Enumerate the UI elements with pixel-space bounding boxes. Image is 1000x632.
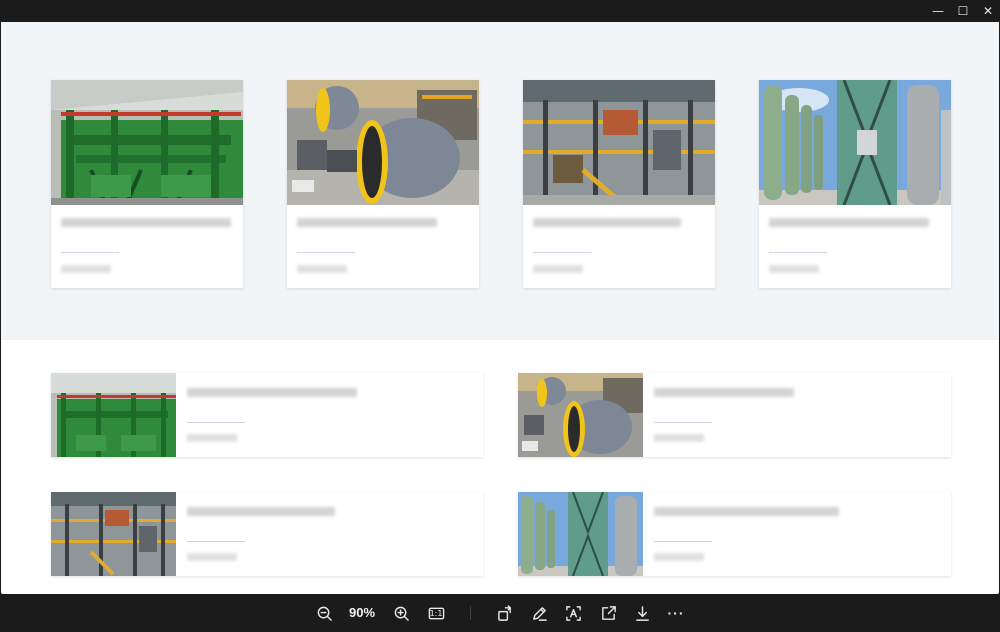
article-list-item [518,373,951,457]
green-steel-plant-image [51,80,243,205]
close-button[interactable]: ✕ [975,0,1000,22]
article-thumbnail [51,492,176,576]
edit-button[interactable] [528,602,550,624]
image-canvas[interactable] [1,22,999,594]
download-button[interactable] [631,602,653,624]
article-list-item [518,492,951,576]
divider [533,252,591,253]
article-card [287,80,479,288]
divider [61,252,119,253]
maximize-button[interactable]: ☐ [950,0,976,22]
zoom-out-icon [317,606,332,621]
article-title-redacted [187,388,357,397]
article-card [759,80,951,288]
article-title-redacted [654,507,839,516]
article-thumbnail [518,373,643,457]
article-list-item [51,492,483,576]
zoom-in-button[interactable] [390,602,412,624]
divider [769,252,827,253]
divider [654,422,712,423]
article-date-redacted [654,434,704,442]
viewer-toolbar: 90% 1:1 ··· [0,594,1000,632]
text-recognition-icon [565,605,581,621]
actual-size-button[interactable]: 1:1 [425,602,447,624]
article-date-redacted [654,553,704,561]
divider [654,541,712,542]
article-title-redacted [61,218,231,227]
processing-plant-image [523,80,715,205]
title-bar: — ☐ ✕ [0,0,1000,22]
share-icon [601,605,616,620]
zoom-in-icon [394,606,409,621]
storage-tanks-image [759,80,951,205]
toolbar-separator [470,606,471,620]
storage-tanks-image [518,492,643,576]
ball-mill-image [518,373,643,457]
more-button[interactable]: ··· [665,602,687,624]
article-title-redacted [187,507,335,516]
download-icon [635,605,649,621]
zoom-out-button[interactable] [313,602,335,624]
share-button[interactable] [597,602,619,624]
article-thumbnail [759,80,951,205]
article-thumbnail [287,80,479,205]
green-steel-plant-image [51,373,176,457]
article-title-redacted [297,218,437,227]
rotate-icon [497,604,511,621]
article-date-redacted [533,265,583,273]
actual-size-label: 1:1 [429,608,443,618]
article-thumbnail [51,373,176,457]
article-thumbnail [518,492,643,576]
divider [187,422,245,423]
minimize-button[interactable]: — [925,0,951,22]
edit-icon [532,606,547,621]
article-date-redacted [61,265,111,273]
article-date-redacted [297,265,347,273]
article-title-redacted [654,388,794,397]
divider [297,252,355,253]
article-thumbnail [523,80,715,205]
article-card [51,80,243,288]
article-title-redacted [533,218,681,227]
processing-plant-image [51,492,176,576]
zoom-level[interactable]: 90% [344,605,380,620]
article-list-item [51,373,483,457]
article-card [523,80,715,288]
article-date-redacted [769,265,819,273]
article-date-redacted [187,434,237,442]
article-date-redacted [187,553,237,561]
rotate-button[interactable] [494,602,516,624]
article-thumbnail [51,80,243,205]
divider [187,541,245,542]
article-title-redacted [769,218,929,227]
text-recognition-button[interactable] [562,602,584,624]
ball-mill-image [287,80,479,205]
